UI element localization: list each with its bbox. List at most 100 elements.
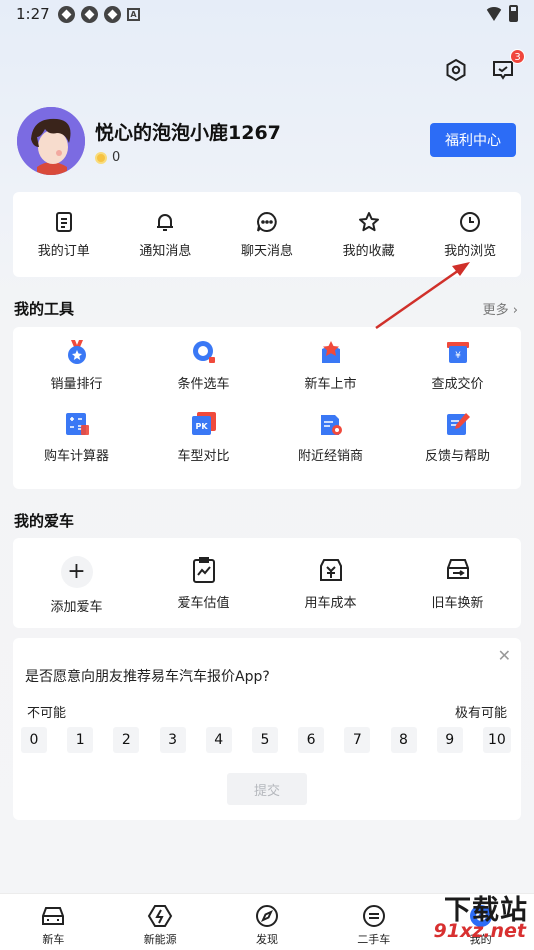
plus-icon: + — [60, 556, 93, 588]
score-option[interactable]: 7 — [344, 727, 371, 753]
quick-link-notifications[interactable]: 通知消息 — [115, 192, 217, 277]
add-car-button[interactable]: + 添加爱车 — [13, 538, 140, 628]
tools-more-link[interactable]: 更多 › — [483, 299, 518, 318]
coin-count: 0 — [112, 150, 121, 165]
tool-label: 附近经销商 — [297, 449, 363, 464]
chat-icon — [257, 211, 277, 232]
quick-link-label: 我的浏览 — [444, 244, 497, 259]
score-option[interactable]: 6 — [298, 727, 325, 753]
close-icon[interactable]: ✕ — [498, 646, 511, 665]
trade-in-icon — [446, 559, 469, 579]
tool-calculator[interactable]: 购车计算器 — [13, 411, 140, 483]
bell-icon — [157, 214, 174, 231]
survey-card: ✕ 是否愿意向朋友推荐易车汽车报价App? 不可能 极有可能 0 1 2 3 4… — [13, 638, 521, 820]
tool-deal-price[interactable]: ¥ 查成交价 — [394, 339, 521, 411]
quick-link-chat[interactable]: 聊天消息 — [216, 192, 318, 277]
score-option[interactable]: 4 — [205, 727, 232, 753]
tools-title: 我的工具 — [14, 300, 75, 318]
score-option[interactable]: 8 — [390, 727, 417, 753]
tool-dealer[interactable]: 附近经销商 — [267, 411, 394, 483]
coin-icon — [95, 151, 107, 164]
compass-icon — [255, 905, 278, 927]
nav-label: 二手车 — [357, 933, 391, 946]
tool-label: 反馈与帮助 — [424, 449, 490, 464]
system-icons — [485, 5, 518, 22]
quick-link-label: 我的订单 — [37, 244, 90, 259]
submit-button[interactable]: 提交 — [227, 773, 307, 805]
survey-low-label: 不可能 — [27, 706, 67, 721]
score-option[interactable]: 3 — [159, 727, 186, 753]
quick-link-label: 聊天消息 — [240, 244, 293, 259]
feedback-icon — [446, 413, 470, 435]
status-bar: 1:27 A — [0, 0, 534, 30]
tool-new-car[interactable]: 新车上市 — [267, 339, 394, 411]
valuation-icon — [192, 557, 215, 583]
message-badge: 3 — [510, 49, 525, 64]
nav-label: 新能源 — [143, 933, 177, 946]
my-cars-title: 我的爱车 — [14, 512, 75, 530]
settings-icon — [446, 58, 466, 82]
avatar-illustration — [17, 107, 85, 175]
order-icon — [55, 212, 72, 232]
tools-card: 销量排行 条件选车 新车上市 ¥ 查成交价 购车计算器 PK 车型对比 附近经销… — [13, 327, 521, 489]
car-item-label: 添加爱车 — [50, 600, 103, 615]
tool-sales-rank[interactable]: 销量排行 — [13, 339, 140, 411]
score-option[interactable]: 10 — [482, 727, 511, 753]
dealer-icon — [320, 415, 342, 435]
car-trade-in[interactable]: 旧车换新 — [394, 538, 521, 628]
coin-balance: 0 — [95, 150, 120, 165]
car-cost[interactable]: 用车成本 — [267, 538, 394, 628]
nav-label: 新车 — [42, 933, 65, 946]
clock-icon — [460, 212, 481, 232]
messages-button[interactable]: 3 — [488, 49, 525, 85]
score-option[interactable]: 0 — [21, 727, 47, 753]
car-item-label: 旧车换新 — [431, 596, 484, 611]
avatar[interactable] — [17, 107, 85, 175]
score-options: 0 1 2 3 4 5 6 7 8 9 10 — [21, 727, 511, 753]
quick-link-favorites[interactable]: 我的收藏 — [318, 192, 420, 277]
cost-icon — [319, 559, 342, 581]
tool-label: 车型对比 — [177, 449, 230, 464]
wifi-icon — [485, 6, 503, 21]
car-item-label: 爱车估值 — [177, 596, 230, 611]
sales-rank-icon — [67, 340, 86, 364]
battery-icon — [509, 5, 518, 22]
tool-label: 条件选车 — [177, 377, 230, 392]
quick-link-label: 通知消息 — [139, 244, 192, 259]
tool-compare[interactable]: PK 车型对比 — [140, 411, 267, 483]
quick-link-label: 我的收藏 — [342, 244, 395, 259]
survey-question: 是否愿意向朋友推荐易车汽车报价App? — [25, 669, 270, 685]
nav-new-energy[interactable]: 新能源 — [107, 894, 214, 950]
quick-link-orders[interactable]: 我的订单 — [13, 192, 115, 277]
app-notification-icon — [58, 6, 75, 23]
watermark-domain: 91xz.net — [433, 920, 526, 942]
tool-label: 销量排行 — [50, 377, 103, 392]
lightning-icon — [148, 905, 173, 927]
nav-label: 发现 — [255, 933, 278, 946]
nav-discover[interactable]: 发现 — [214, 894, 321, 950]
compare-icon: PK — [191, 412, 216, 435]
welfare-center-button[interactable]: 福利中心 — [430, 123, 516, 157]
tool-label: 购车计算器 — [43, 449, 109, 464]
status-time: 1:27 — [16, 5, 50, 23]
tool-filter-car[interactable]: 条件选车 — [140, 339, 267, 411]
score-option[interactable]: 2 — [113, 727, 140, 753]
svg-text:¥: ¥ — [455, 351, 461, 361]
quick-link-history[interactable]: 我的浏览 — [419, 192, 521, 277]
score-option[interactable]: 1 — [67, 727, 94, 753]
tool-feedback[interactable]: 反馈与帮助 — [394, 411, 521, 483]
car-valuation[interactable]: 爱车估值 — [140, 538, 267, 628]
used-car-icon — [362, 905, 385, 927]
notification-icons: A — [58, 6, 140, 23]
car-icon — [42, 907, 65, 925]
tool-label: 新车上市 — [304, 377, 357, 392]
new-car-icon — [321, 341, 340, 363]
filter-car-icon — [192, 341, 215, 363]
nav-new-car[interactable]: 新车 — [0, 894, 107, 950]
price-icon: ¥ — [446, 342, 469, 363]
settings-button[interactable] — [441, 55, 471, 85]
score-option[interactable]: 9 — [436, 727, 463, 753]
username: 悦心的泡泡小鹿1267 — [95, 122, 281, 144]
car-item-label: 用车成本 — [304, 596, 357, 611]
score-option[interactable]: 5 — [251, 727, 278, 753]
